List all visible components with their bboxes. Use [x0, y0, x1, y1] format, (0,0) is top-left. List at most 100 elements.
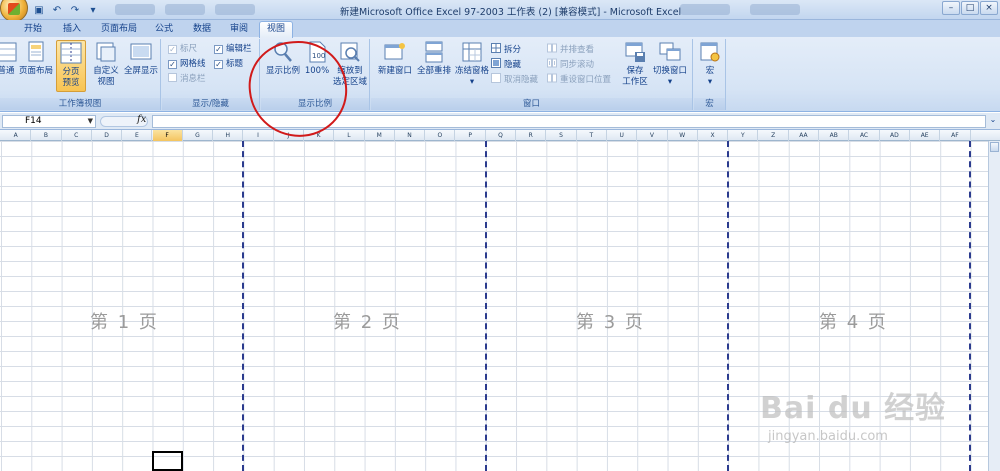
switch-windows-dropdown-icon[interactable]: ▾ [668, 77, 672, 87]
freeze-panes-dropdown-icon[interactable]: ▾ [470, 77, 474, 87]
page-break-preview-button[interactable]: 分页 预览 [56, 40, 86, 92]
tab-page-layout[interactable]: 页面布局 [97, 22, 141, 37]
column-header-u[interactable]: U [607, 130, 638, 141]
headings-checkbox-row[interactable]: ✓ 标题 [214, 58, 243, 71]
page-layout-view-button[interactable]: 页面布局 [18, 40, 54, 77]
column-header-s[interactable]: S [546, 130, 577, 141]
macros-dropdown-icon[interactable]: ▾ [708, 77, 712, 87]
tab-view[interactable]: 视图 [259, 21, 293, 38]
save-icon[interactable]: ▣ [32, 4, 46, 17]
macros-icon [700, 42, 720, 62]
blurred-taskbar-item [680, 4, 730, 15]
column-header-ab[interactable]: AB [819, 130, 850, 141]
column-headers: A B C D E F G H I J K L M N O P Q R S T U V W X Y Z AA AB AC AD AE AF [0, 130, 1000, 141]
formula-input[interactable] [152, 115, 986, 128]
synchronous-scrolling-button[interactable]: 同步滚动 [547, 58, 594, 71]
column-header-d[interactable]: D [92, 130, 123, 141]
column-header-h[interactable]: H [213, 130, 244, 141]
zoom-button[interactable]: 显示比例 [263, 40, 303, 77]
page-break-line[interactable] [485, 141, 487, 471]
message-bar-checkbox-row[interactable]: 消息栏 [168, 73, 206, 86]
restore-button[interactable]: □ [961, 1, 979, 15]
split-button[interactable]: 拆分 [491, 43, 521, 56]
quick-access-toolbar: ▣ ↶ ↷ ▾ [32, 3, 100, 17]
page-break-line[interactable] [242, 141, 244, 471]
column-header-f[interactable]: F [152, 130, 183, 141]
formula-bar-checkbox[interactable]: ✓ [214, 45, 223, 54]
vertical-scrollbar[interactable] [988, 141, 1000, 471]
freeze-panes-button[interactable]: 冻结窗格 ▾ [453, 40, 491, 88]
new-window-button[interactable]: 新建窗口 [375, 40, 415, 77]
tab-insert[interactable]: 插入 [57, 22, 87, 37]
column-header-j[interactable]: J [274, 130, 304, 141]
column-header-i[interactable]: I [243, 130, 274, 141]
headings-checkbox[interactable]: ✓ [214, 60, 223, 69]
column-header-af[interactable]: AF [940, 130, 971, 141]
column-header-t[interactable]: T [577, 130, 607, 141]
switch-windows-button[interactable]: 切换窗口 ▾ [651, 40, 689, 88]
column-header-c[interactable]: C [62, 130, 92, 141]
office-button[interactable] [0, 0, 28, 22]
ruler-checkbox[interactable]: ✓ [168, 45, 177, 54]
column-header-a[interactable]: A [1, 130, 32, 141]
tab-formulas[interactable]: 公式 [149, 22, 179, 37]
column-header-x[interactable]: X [698, 130, 729, 141]
macros-button[interactable]: 宏 ▾ [696, 40, 724, 88]
chevron-down-icon[interactable]: ▼ [88, 116, 93, 127]
column-header-b[interactable]: B [31, 130, 62, 141]
page-break-line[interactable] [727, 141, 729, 471]
column-header-m[interactable]: M [365, 130, 395, 141]
close-button[interactable]: × [980, 1, 998, 15]
custom-views-button[interactable]: 自定义 视图 [89, 40, 123, 88]
page-break-line[interactable] [969, 141, 971, 471]
customize-qat-icon[interactable]: ▾ [86, 4, 100, 17]
tab-data[interactable]: 数据 [187, 22, 217, 37]
active-cell[interactable] [152, 451, 183, 471]
undo-icon[interactable]: ↶ [50, 4, 64, 17]
message-bar-checkbox[interactable] [168, 73, 177, 82]
zoom-100-button[interactable]: 100 100% [303, 40, 331, 77]
column-header-e[interactable]: E [122, 130, 153, 141]
view-side-by-side-label: 并排查看 [560, 45, 595, 55]
redo-icon[interactable]: ↷ [68, 4, 82, 17]
column-header-o[interactable]: O [425, 130, 456, 141]
column-header-y[interactable]: Y [728, 130, 759, 141]
tab-review[interactable]: 审阅 [224, 22, 254, 37]
column-header-n[interactable]: N [395, 130, 426, 141]
gridlines-checkbox[interactable]: ✓ [168, 60, 177, 69]
view-side-by-side-button[interactable]: 并排查看 [547, 43, 594, 56]
group-label-zoom: 显示比例 [261, 98, 369, 110]
column-header-ad[interactable]: AD [880, 130, 910, 141]
column-header-l[interactable]: L [334, 130, 365, 141]
full-screen-button[interactable]: 全屏显示 [122, 40, 160, 77]
save-workspace-button[interactable]: 保存 工作区 [619, 40, 651, 88]
headings-label: 标题 [226, 59, 244, 69]
column-header-z[interactable]: Z [759, 130, 789, 141]
hide-button[interactable]: 隐藏 [491, 58, 521, 71]
minimize-button[interactable]: – [942, 1, 960, 15]
column-header-w[interactable]: W [668, 130, 698, 141]
tab-home[interactable]: 开始 [18, 22, 48, 37]
arrange-all-button[interactable]: 全部重排 [414, 40, 454, 77]
column-header-v[interactable]: V [637, 130, 668, 141]
column-header-p[interactable]: P [456, 130, 486, 141]
name-box[interactable]: F14 ▼ [2, 115, 96, 128]
message-bar-label: 消息栏 [180, 74, 206, 84]
formula-bar-checkbox-row[interactable]: ✓ 编辑栏 [214, 43, 252, 56]
zoom-to-selection-button[interactable]: 缩放到 选定区域 [331, 40, 369, 88]
column-header-aa[interactable]: AA [789, 130, 820, 141]
column-header-ae[interactable]: AE [910, 130, 941, 141]
column-header-g[interactable]: G [183, 130, 214, 141]
gridlines-checkbox-row[interactable]: ✓ 网格线 [168, 58, 206, 71]
column-header-ac[interactable]: AC [849, 130, 880, 141]
expand-formula-bar-icon[interactable]: ⌄ [988, 115, 998, 128]
insert-function-icon[interactable]: fx [137, 114, 146, 125]
scroll-up-button[interactable] [990, 142, 999, 152]
normal-view-button[interactable]: 普通 [0, 40, 17, 77]
reset-window-position-button[interactable]: 重设窗口位置 [547, 73, 611, 86]
unhide-button[interactable]: 取消隐藏 [491, 73, 538, 86]
column-header-r[interactable]: R [516, 130, 547, 141]
column-header-k[interactable]: K [304, 130, 335, 141]
column-header-q[interactable]: Q [486, 130, 517, 141]
ruler-checkbox-row[interactable]: ✓ 标尺 [168, 43, 197, 56]
